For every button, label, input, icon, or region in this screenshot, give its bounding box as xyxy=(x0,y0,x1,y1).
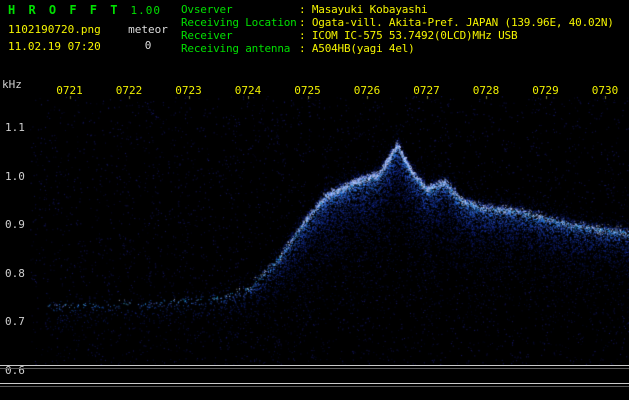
level-panel-line xyxy=(0,383,629,384)
time-tick-label: 0729 xyxy=(532,84,559,97)
spectrogram-plot: 0721 0722 0723 0724 0725 0726 0727 0728 0729 0730… xyxy=(0,0,629,400)
time-tick-label: 0728 xyxy=(472,84,500,97)
level-panel-line xyxy=(0,386,629,387)
hrofft-screen: H R O F F T 1.00 1102190720.png meteor 0… xyxy=(0,0,629,400)
time-tick-label: 0721 xyxy=(56,84,83,97)
time-tick-label: 0727 xyxy=(413,84,440,97)
time-tick-label: 0723 xyxy=(175,84,202,97)
freq-tick-label: 1.1 xyxy=(5,121,25,134)
time-tick-label: 0726 xyxy=(353,84,381,97)
time-tick-label: 0722 xyxy=(115,84,143,97)
level-panel-line xyxy=(0,365,629,366)
freq-tick-label: 0.7 xyxy=(5,315,25,328)
spectrogram-canvas xyxy=(30,96,629,366)
freq-axis-unit: kHz xyxy=(2,78,22,91)
time-tick-label: 0725 xyxy=(294,84,321,97)
time-tick-label: 0730 xyxy=(591,84,619,97)
freq-tick-label: 1.0 xyxy=(5,169,25,183)
freq-tick-label: 0.8 xyxy=(5,266,25,280)
level-panel-line xyxy=(0,368,629,369)
freq-tick-label: 0.9 xyxy=(5,218,25,231)
time-tick-label: 0724 xyxy=(234,84,262,97)
